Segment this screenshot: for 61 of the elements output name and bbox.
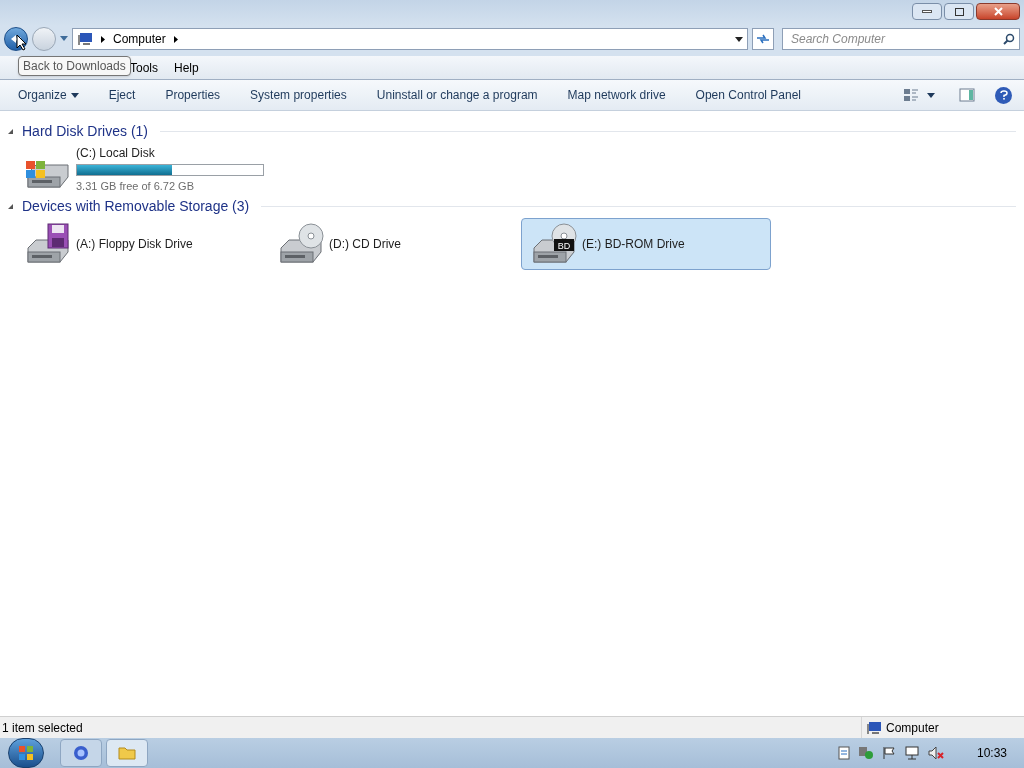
folder-icon [118, 746, 136, 760]
close-button[interactable] [976, 3, 1020, 20]
computer-icon [77, 32, 93, 46]
muted-speaker-icon [928, 746, 944, 760]
flag-icon [882, 746, 896, 760]
drive-item[interactable]: (D:) CD Drive [268, 218, 518, 270]
close-icon [993, 7, 1003, 16]
drive-name: (A:) Floppy Disk Drive [76, 236, 193, 253]
windows-logo-icon [18, 745, 34, 761]
search-field[interactable]: Search Computer [782, 28, 1020, 50]
drive-item[interactable]: (C:) Local Disk 3.31 GB free of 6.72 GB [15, 143, 265, 195]
cursor-icon [16, 34, 27, 51]
collapse-icon[interactable] [7, 128, 14, 135]
pane-icon [959, 88, 975, 102]
restore-button[interactable] [944, 3, 974, 20]
refresh-icon [756, 33, 770, 45]
drive-name: (D:) CD Drive [329, 236, 401, 253]
group-header[interactable]: Hard Disk Drives (1) [22, 121, 148, 142]
drive-icon [277, 222, 325, 266]
search-icon [1003, 33, 1015, 45]
drive-icon [24, 222, 72, 266]
status-text: 1 item selected [1, 719, 84, 737]
menu-item[interactable]: Help [174, 58, 199, 77]
command-button[interactable]: Open Control Panel [695, 86, 801, 104]
command-button[interactable]: Organize [18, 86, 79, 104]
drive-name: (E:) BD-ROM Drive [582, 236, 685, 253]
computer-icon [866, 720, 882, 735]
document-icon [838, 746, 850, 760]
dropdown-icon [60, 36, 68, 42]
refresh-button[interactable] [752, 28, 774, 50]
minimize-button[interactable] [912, 3, 942, 20]
dropdown-icon [927, 92, 935, 98]
drive-item[interactable]: BD (E:) BD-ROM Drive [521, 218, 771, 270]
command-button[interactable]: Uninstall or change a program [376, 86, 538, 104]
breadcrumb[interactable]: Computer [113, 30, 166, 48]
chevron-icon [173, 35, 178, 43]
start-button[interactable] [8, 738, 44, 768]
browser-icon [73, 745, 89, 761]
collapse-icon[interactable] [7, 203, 14, 210]
taskbar-app[interactable] [60, 739, 102, 767]
help-icon [999, 90, 1008, 100]
command-button[interactable]: Properties [165, 86, 221, 104]
dropdown-icon [735, 36, 743, 42]
free-space: 3.31 GB free of 6.72 GB [76, 178, 195, 194]
command-button[interactable]: Map network drive [567, 86, 666, 104]
status-location: Computer [886, 719, 939, 737]
network-icon [904, 746, 920, 760]
menu-item[interactable]: Tools [130, 58, 158, 77]
view-icon [903, 88, 919, 102]
command-button[interactable]: Eject [108, 86, 136, 104]
help-button[interactable] [995, 86, 1012, 104]
view-button[interactable] [903, 88, 935, 102]
clock[interactable]: 10:33 [972, 744, 1012, 762]
drive-item[interactable]: (A:) Floppy Disk Drive [15, 218, 265, 270]
dropdown-icon [70, 92, 79, 98]
group-header[interactable]: Devices with Removable Storage (3) [22, 196, 250, 217]
tooltip: Back to Downloads [18, 56, 131, 76]
chevron-icon [101, 35, 105, 43]
address-bar[interactable]: Computer [72, 28, 748, 50]
command-button[interactable]: System properties [250, 86, 347, 104]
drive-name: (C:) Local Disk [76, 144, 156, 162]
